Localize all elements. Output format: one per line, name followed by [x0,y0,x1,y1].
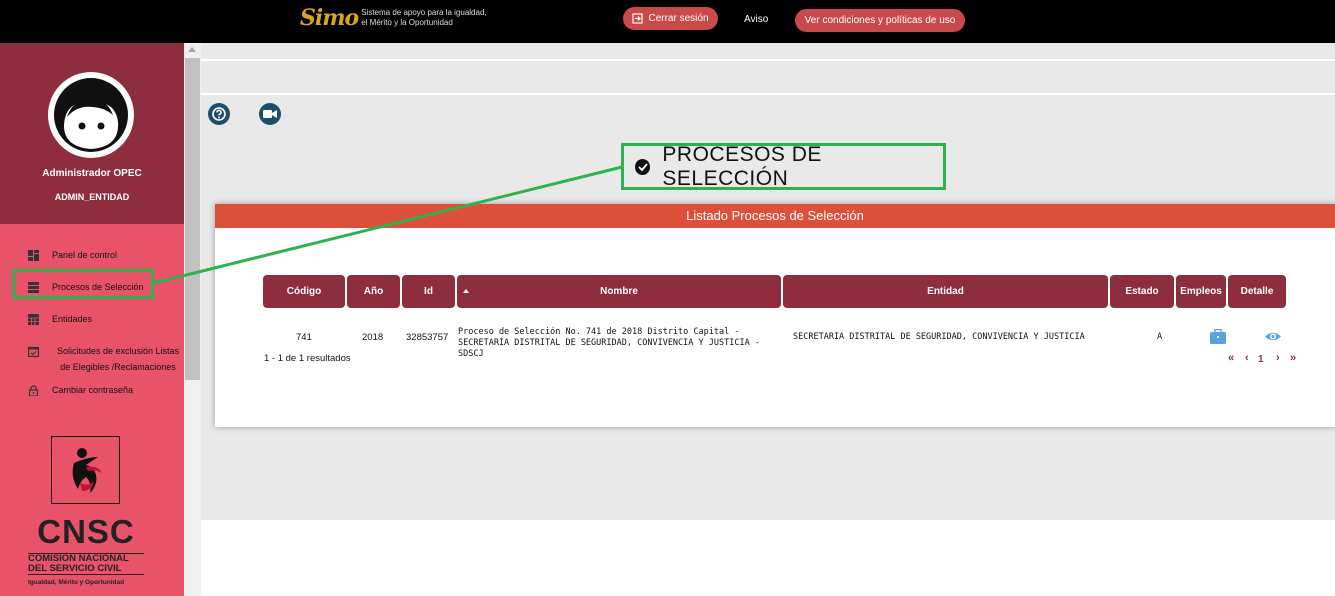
divider [201,93,1335,95]
cnsc-subtitle-line-2: DEL SERVICIO CIVIL [28,563,122,574]
last-page-button[interactable]: » [1290,352,1296,364]
sort-asc-icon [463,289,469,293]
annotation-highlight-box [12,269,154,299]
aviso-link[interactable]: Aviso [744,14,768,25]
logo-line-1: Sistema de apoyo para la igualdad, [361,8,487,17]
sidebar: Administrador OPEC ADMIN_ENTIDAD Panel d… [0,43,184,596]
user-role: ADMIN_ENTIDAD [54,192,130,202]
table-icon [28,314,39,325]
lock-icon [28,385,39,396]
simo-logo-mark: Simo [300,5,359,31]
conditions-button[interactable]: Ver condiciones y políticas de uso [795,9,965,32]
scroll-thumb[interactable] [185,58,200,380]
logout-label: Cerrar sesión [648,13,709,24]
scroll-up-arrow-icon[interactable] [188,47,196,52]
column-header-label: Nombre [600,286,638,297]
simo-logo: Simo Sistema de apoyo para la igualdad, … [300,5,487,31]
card-title: Listado Procesos de Selección [215,204,1335,228]
cell-estado: A [1157,332,1163,342]
column-header-empleos[interactable]: Empleos [1176,275,1226,308]
cell-entidad: SECRETARIA DISTRITAL DE SEGURIDAD, CONVI… [793,332,1085,342]
page-title-box: PROCESOS DE SELECCIÓN [621,143,946,190]
sidebar-item-label: Panel de control [52,250,118,260]
video-icon[interactable] [259,103,281,125]
sidebar-item-cambiar-contrasena[interactable]: Cambiar contraseña [28,385,133,398]
avatar [48,72,134,158]
figure-emblem-icon [72,448,102,493]
calendar-check-icon [28,346,39,357]
column-header-nombre[interactable]: Nombre [457,275,781,308]
sidebar-item-label: Cambiar contraseña [52,385,134,395]
cell-nombre: Proceso de Selección No. 741 de 2018 Dis… [458,327,760,359]
next-page-button[interactable]: › [1276,352,1280,364]
prev-page-button[interactable]: ‹ [1245,352,1249,364]
logout-button[interactable]: Cerrar sesión [623,7,718,30]
logout-icon [632,13,644,24]
cell-id: 32853757 [406,332,449,343]
column-header-id[interactable]: Id [402,275,455,308]
column-header-estado[interactable]: Estado [1110,275,1174,308]
divider [201,59,1335,61]
column-header-entidad[interactable]: Entidad [783,275,1108,308]
cnsc-emblem [51,436,120,504]
briefcase-icon[interactable] [1210,329,1226,344]
user-profile: Administrador OPEC ADMIN_ENTIDAD [0,43,184,224]
cell-anio: 2018 [362,332,384,343]
column-header-codigo[interactable]: Código [263,275,345,308]
cnsc-subtitle: COMISIÓN NACIONAL DEL SERVICIO CIVIL [28,553,144,575]
column-header-detalle[interactable]: Detalle [1228,275,1286,308]
processes-card: Listado Procesos de Selección [215,204,1335,427]
first-page-button[interactable]: « [1228,352,1234,364]
sidebar-item-label: Entidades [52,314,93,324]
current-page[interactable]: 1 [1258,354,1264,365]
results-count: 1 - 1 de 1 resultados [264,353,351,364]
page-title: PROCESOS DE SELECCIÓN [662,142,822,190]
cnsc-tagline: Igualdad, Mérito y Oportunidad [28,579,125,586]
cell-codigo: 741 [296,332,312,343]
user-name: Administrador OPEC [42,168,142,179]
cnsc-title: CNSC [37,513,135,550]
sidebar-item-solicitudes[interactable]: Solicitudes de exclusión Listas de Elegi… [28,346,184,375]
sidebar-item-panel-de-control[interactable]: Panel de control [28,250,117,263]
dashboard-icon [28,250,39,261]
sidebar-item-label: Solicitudes de exclusión Listas de Elegi… [56,346,180,372]
logo-line-2: el Mérito y la Oportunidad [361,18,453,27]
help-icon[interactable] [208,103,230,125]
sidebar-scrollbar[interactable] [184,43,201,596]
check-circle-icon [635,158,651,175]
sidebar-item-entidades[interactable]: Entidades [28,314,92,327]
eye-icon[interactable] [1264,331,1282,342]
top-bar: Simo Sistema de apoyo para la igualdad, … [0,0,1335,43]
column-header-anio[interactable]: Año [347,275,400,308]
